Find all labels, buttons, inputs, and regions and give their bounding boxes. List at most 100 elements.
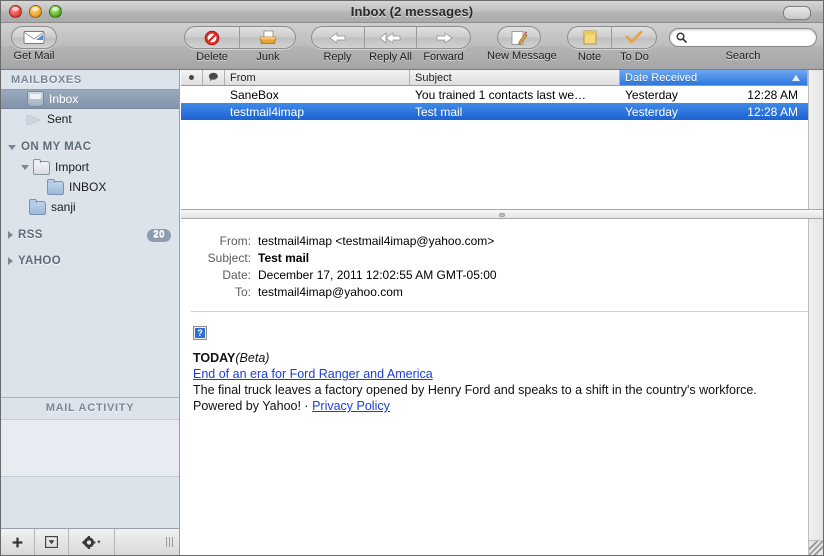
message-body: ? TODAY(Beta) End of an era for Ford Ran… (181, 312, 823, 414)
sidebar-group-on-my-mac[interactable]: ON MY MAC (1, 137, 179, 157)
todo-button[interactable] (612, 27, 656, 48)
gear-icon (81, 535, 101, 549)
row-subject-cell: Test mail (415, 104, 463, 119)
no-entry-icon (204, 30, 220, 45)
header-key-from: From: (219, 234, 251, 248)
sidebar-group-yahoo[interactable]: YAHOO (1, 251, 179, 271)
toolbar-toggle-button[interactable] (783, 6, 811, 20)
table-row[interactable]: SaneBox You trained 1 contacts last we… … (181, 86, 823, 103)
message-list-pane: From Subject Date Received SaneBox You t… (181, 70, 823, 209)
mail-activity-body (1, 420, 179, 477)
search-icon (676, 32, 687, 43)
message-list-scrollbar[interactable] (808, 70, 823, 209)
column-header-unread[interactable] (181, 70, 203, 85)
privacy-policy-link[interactable]: Privacy Policy (312, 399, 390, 413)
message-detail-scrollbar[interactable] (808, 219, 823, 555)
sidebar-item-inbox[interactable]: Inbox (1, 89, 179, 109)
sidebar-item-inbox-sub[interactable]: INBOX (1, 177, 179, 197)
row-from-cell: SaneBox (230, 87, 279, 102)
delete-junk-group (184, 26, 296, 49)
reply-label: Reply (323, 51, 352, 63)
sidebar-group-label-rss: RSS (18, 229, 43, 241)
sidebar-item-sent[interactable]: Sent (1, 109, 179, 129)
junk-bin-icon (258, 30, 277, 44)
mail-activity-title: MAIL ACTIVITY (1, 398, 179, 420)
reply-all-arrow-icon (378, 31, 400, 44)
body-summary: The final truck leaves a factory opened … (193, 383, 757, 397)
sidebar: MAILBOXES Inbox Sent ON MY MAC Import IN… (1, 70, 180, 555)
message-list-header: From Subject Date Received (181, 70, 823, 86)
column-header-flag[interactable] (203, 70, 225, 85)
reply-all-button[interactable] (365, 27, 418, 48)
flag-icon (208, 72, 218, 82)
junk-label: Junk (256, 51, 280, 63)
reply-group (311, 26, 471, 49)
window-title: Inbox (2 messages) (350, 4, 474, 19)
folder-blue-icon-sanji (29, 198, 46, 215)
reply-all-label: Reply All (369, 51, 412, 63)
sidebar-resize-handle[interactable] (115, 529, 179, 555)
reply-button[interactable] (312, 27, 365, 48)
sidebar-item-sanji[interactable]: sanji (1, 197, 179, 217)
rss-unread-badge: 20 (147, 228, 171, 242)
search-input[interactable] (691, 30, 807, 45)
body-footer: Powered by Yahoo! · Privacy Policy (193, 398, 823, 414)
sent-icon (27, 114, 40, 125)
checkmark-icon (625, 30, 643, 44)
splitter-knob[interactable] (499, 213, 505, 217)
body-today-label: TODAY (193, 351, 236, 365)
reply-group-labels: Reply Reply All Forward (311, 51, 471, 63)
header-key-subject: Subject: (207, 251, 251, 265)
add-mailbox-button[interactable] (1, 529, 35, 555)
gear-menu-button[interactable] (69, 529, 115, 555)
delete-label: Delete (196, 51, 228, 63)
unread-dot-icon (189, 75, 194, 80)
sidebar-item-import[interactable]: Import (1, 157, 179, 177)
header-value-to: testmail4imap@yahoo.com (258, 285, 403, 299)
headline-link[interactable]: End of an era for Ford Ranger and Americ… (193, 367, 433, 381)
folder-blue-icon (47, 178, 64, 195)
broken-image-icon: ? (193, 326, 207, 340)
note-todo-group-labels: Note To Do (567, 51, 657, 63)
row-date-cell: Yesterday (625, 87, 678, 102)
sidebar-group-label-on-my-mac: ON MY MAC (21, 141, 92, 153)
column-header-from[interactable]: From (225, 70, 410, 85)
column-header-subject[interactable]: Subject (410, 70, 620, 85)
delete-button[interactable] (185, 27, 241, 48)
forward-arrow-icon (436, 31, 453, 44)
mail-activity-panel: MAIL ACTIVITY (1, 397, 179, 527)
new-message-label: New Message (487, 50, 557, 62)
sidebar-item-label-inbox: Inbox (49, 92, 79, 106)
new-message-button[interactable]: New Message (487, 26, 557, 62)
header-value-subject: Test mail (258, 251, 310, 265)
header-value-date: December 17, 2011 12:02:55 AM GMT-05:00 (258, 268, 497, 282)
search-field[interactable] (669, 28, 817, 47)
note-icon (583, 30, 596, 45)
header-field-from: From: testmail4imap <testmail4imap@yahoo… (181, 233, 823, 250)
mail-window: Inbox (2 messages) Get Mail Reply Reply … (0, 0, 824, 556)
row-time-cell: 12:28 AM (747, 104, 798, 119)
envelope-icon-svg (23, 31, 45, 44)
message-headers: From: testmail4imap <testmail4imap@yahoo… (181, 219, 823, 301)
junk-button[interactable] (240, 27, 295, 48)
forward-label: Forward (423, 51, 464, 63)
window-resize-grip[interactable] (808, 540, 823, 555)
body-headline: End of an era for Ford Ranger and Americ… (193, 366, 823, 382)
mailbox-actions-button[interactable] (35, 529, 69, 555)
get-mail-button[interactable]: Get Mail (3, 26, 65, 62)
chevron-right-icon-yahoo (8, 257, 13, 265)
delete-junk-group-labels: Delete Junk (184, 51, 296, 63)
table-row[interactable]: testmail4imap Test mail Yesterday 12:28 … (181, 103, 823, 120)
header-field-subject: Subject: Test mail (181, 250, 823, 267)
note-todo-group (567, 26, 657, 49)
sidebar-item-label-sent: Sent (47, 112, 72, 126)
row-time-cell: 12:28 AM (747, 87, 798, 102)
mailbox-actions-icon (45, 536, 58, 548)
note-button[interactable] (568, 27, 613, 48)
row-date-cell: Yesterday (625, 104, 678, 119)
pane-splitter[interactable] (181, 209, 823, 219)
column-header-date-received[interactable]: Date Received (620, 70, 808, 85)
sidebar-group-rss[interactable]: RSS 20 (1, 225, 179, 245)
note-label: Note (577, 51, 602, 63)
forward-button[interactable] (417, 27, 470, 48)
